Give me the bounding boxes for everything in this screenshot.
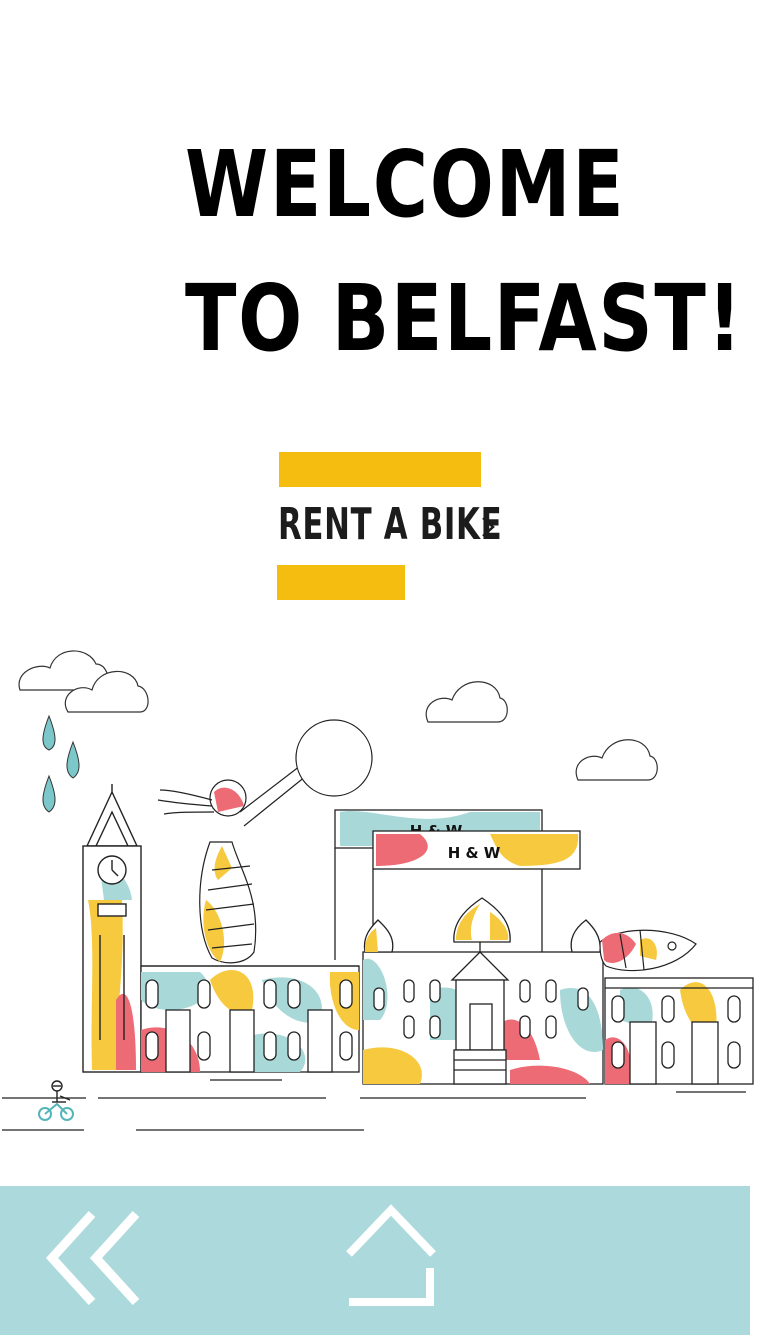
city-hall (360, 897, 604, 1099)
sign-text-front: H & W (448, 844, 501, 862)
cloud-icon (425, 681, 508, 723)
salmon-sculpture (599, 929, 697, 972)
double-chevron-left-icon[interactable] (44, 1206, 144, 1310)
right-building (604, 977, 754, 1093)
left-building (140, 965, 360, 1081)
cyclist-icon (38, 1080, 74, 1121)
title-line-1: WELCOME (185, 131, 626, 238)
cloud-icon (575, 739, 658, 781)
clock-tower (82, 784, 142, 1073)
raindrop-icon (42, 714, 80, 813)
page-title: WELCOME TO BELFAST! (185, 118, 743, 386)
chevron-right-icon[interactable] (478, 510, 500, 544)
rent-a-bike-button[interactable]: RENT A BIKE (278, 500, 502, 550)
accent-bar-bottom (277, 565, 405, 600)
ground-lines (2, 1097, 364, 1131)
home-icon[interactable] (343, 1204, 439, 1308)
title-line-2: TO BELFAST! (185, 265, 744, 372)
accent-bar-top (279, 452, 481, 487)
belfast-illustration: H & W H & W (2, 650, 754, 1131)
